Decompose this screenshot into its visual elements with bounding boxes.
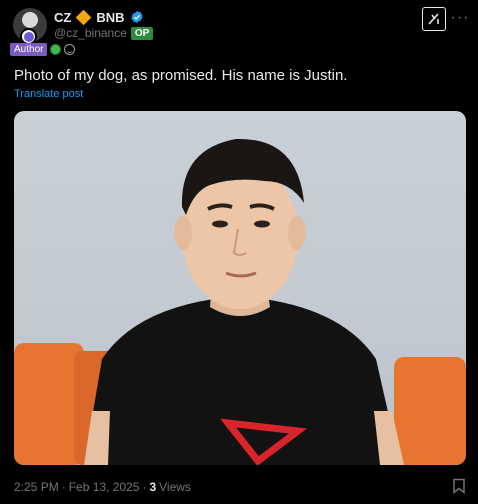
views-count: 3 [149,480,157,494]
handle-row: @cz_binance OP [54,26,154,40]
smile-icon [64,43,76,55]
photo-illustration [14,138,466,465]
post: CZ BNB @cz_binance OP Author ··· Photo o… [0,0,478,504]
author-badge: Author [10,42,48,56]
diamond-icon [76,9,92,25]
translate-post-link[interactable]: Translate post [14,88,83,100]
meta-separator: · [61,480,66,494]
cushion-right [394,357,466,465]
cushion-left [14,343,84,465]
display-name-suffix[interactable]: BNB [96,10,124,25]
more-icon: ··· [450,9,470,26]
grok-button[interactable] [422,7,446,31]
post-time[interactable]: 2:25 PM [14,480,59,494]
badges-row: Author [10,42,76,56]
grok-icon [428,13,439,25]
verified-icon [130,10,143,24]
op-badge: OP [130,26,154,40]
bookmark-icon[interactable] [452,478,466,494]
post-meta: 2:25 PM · Feb 13, 2025 · 3 Views [14,480,191,494]
post-photo[interactable] [14,111,466,465]
name-row: CZ BNB [54,9,144,25]
handle[interactable]: @cz_binance [54,26,127,40]
more-button[interactable]: ··· [450,8,470,28]
post-text: Photo of my dog, as promised. His name i… [14,67,348,84]
views-label: Views [159,480,191,494]
post-date[interactable]: Feb 13, 2025 [69,480,140,494]
meta-separator-2: · [142,480,147,494]
green-circle-icon [50,43,62,55]
display-name[interactable]: CZ [54,10,71,25]
